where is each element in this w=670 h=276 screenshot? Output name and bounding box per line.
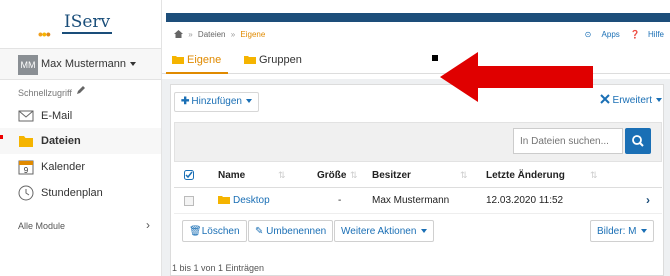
column-header-size[interactable]: Größe — [317, 170, 346, 181]
redaction-box — [432, 55, 438, 61]
sort-icon[interactable]: ⇅ — [278, 170, 286, 181]
column-header-owner[interactable]: Besitzer — [372, 170, 411, 181]
sidebar-item-files[interactable]: Dateien — [0, 128, 161, 154]
action-bar: 🗑Löschen ✎ Umbenennen Weitere Aktionen B… — [174, 218, 662, 248]
iserv-logo[interactable]: ••• IServ — [38, 12, 118, 42]
chevron-down-icon — [245, 99, 252, 104]
main-content: » Dateien » Eigene ⊙ Apps ❓ Hilfe Eigene … — [162, 22, 670, 276]
entries-info: 1 bis 1 von 1 Einträgen — [172, 263, 265, 273]
delete-button[interactable]: 🗑Löschen — [182, 220, 247, 242]
home-icon[interactable] — [174, 30, 183, 38]
calendar-day-number: 9 — [24, 166, 29, 175]
calendar-icon: 9 — [18, 160, 34, 175]
row-size: - — [338, 195, 342, 206]
search-input[interactable] — [513, 128, 623, 154]
rename-button[interactable]: ✎ Umbenennen — [248, 220, 334, 242]
sidebar-item-label: E-Mail — [41, 110, 73, 122]
table-header: Name ⇅ Größe ⇅ Besitzer ⇅ Letzte Änderun… — [174, 164, 662, 188]
quick-access-label: Schnellzugriff — [18, 88, 72, 98]
folder-icon — [172, 56, 184, 64]
logo-text: IServ — [62, 12, 113, 34]
logo-dots: ••• — [38, 26, 51, 42]
row-owner: Max Mustermann — [372, 195, 450, 206]
sort-icon[interactable]: ⇅ — [460, 170, 468, 181]
avatar: MM — [18, 55, 38, 75]
folder-icon — [244, 56, 256, 64]
folder-icon — [19, 136, 33, 147]
chevron-down-icon — [421, 229, 428, 234]
breadcrumb-separator: » — [230, 30, 236, 39]
search-button[interactable] — [625, 128, 651, 154]
red-arrow-icon — [440, 52, 593, 102]
annotation-marker — [0, 135, 3, 139]
apps-link[interactable]: ⊙ Apps — [585, 30, 620, 39]
top-links: ⊙ Apps ❓ Hilfe — [577, 30, 664, 39]
chevron-right-icon[interactable]: › — [146, 218, 150, 232]
chevron-down-icon — [641, 229, 648, 234]
select-all-icon[interactable] — [184, 170, 194, 180]
sidebar-item-label: Kalender — [41, 161, 86, 173]
tab-own[interactable]: Eigene — [166, 48, 228, 74]
chevron-down-icon — [656, 98, 662, 103]
top-bar — [162, 0, 670, 22]
sidebar-item-timetable[interactable]: Stundenplan — [0, 180, 161, 206]
sort-icon[interactable]: ⇅ — [350, 170, 358, 181]
pencil-icon[interactable] — [76, 85, 86, 95]
row-modified: 12.03.2020 11:52 — [486, 195, 564, 206]
images-button[interactable]: Bilder: M — [590, 220, 655, 242]
breadcrumb: » Dateien » Eigene — [174, 30, 265, 39]
user-menu[interactable]: MM Max Mustermann — [0, 48, 161, 80]
row-name[interactable]: Desktop — [218, 195, 270, 206]
column-header-name[interactable]: Name — [218, 170, 245, 181]
tools-icon — [599, 94, 610, 104]
sidebar: ••• IServ MM Max Mustermann Schnellzugri… — [0, 0, 162, 276]
brand-stripe — [166, 13, 670, 22]
search-icon — [632, 135, 644, 147]
clock-icon — [18, 185, 34, 201]
breadcrumb-separator: » — [188, 30, 193, 39]
sidebar-item-label: Dateien — [41, 135, 81, 147]
search-bar — [174, 122, 662, 162]
chevron-down-icon — [129, 62, 136, 67]
advanced-button[interactable]: Erweitert — [599, 94, 662, 106]
breadcrumb-files[interactable]: Dateien — [198, 30, 226, 39]
user-name: Max Mustermann — [41, 58, 136, 70]
breadcrumb-current: Eigene — [240, 30, 266, 39]
folder-icon — [218, 196, 230, 204]
file-tabs: Eigene Gruppen — [162, 44, 670, 74]
plus-icon: ✚ — [181, 96, 190, 107]
tab-groups[interactable]: Gruppen — [240, 48, 350, 74]
sidebar-item-label: Stundenplan — [41, 187, 103, 199]
all-modules-link[interactable]: Alle Module — [18, 221, 65, 231]
more-actions-button[interactable]: Weitere Aktionen — [334, 220, 435, 242]
sidebar-item-calendar[interactable]: 9 Kalender — [0, 154, 161, 180]
sidebar-item-email[interactable]: E-Mail — [0, 103, 161, 129]
mail-icon — [18, 110, 34, 122]
column-header-modified[interactable]: Letzte Änderung — [486, 170, 565, 181]
chevron-right-icon[interactable]: › — [646, 193, 650, 207]
row-checkbox[interactable] — [184, 196, 194, 206]
table-row[interactable]: Desktop - Max Mustermann 12.03.2020 11:5… — [174, 188, 662, 214]
add-button[interactable]: ✚ Hinzufügen — [174, 92, 259, 112]
help-link[interactable]: ❓ Hilfe — [630, 30, 664, 39]
sort-icon[interactable]: ⇅ — [590, 170, 598, 181]
